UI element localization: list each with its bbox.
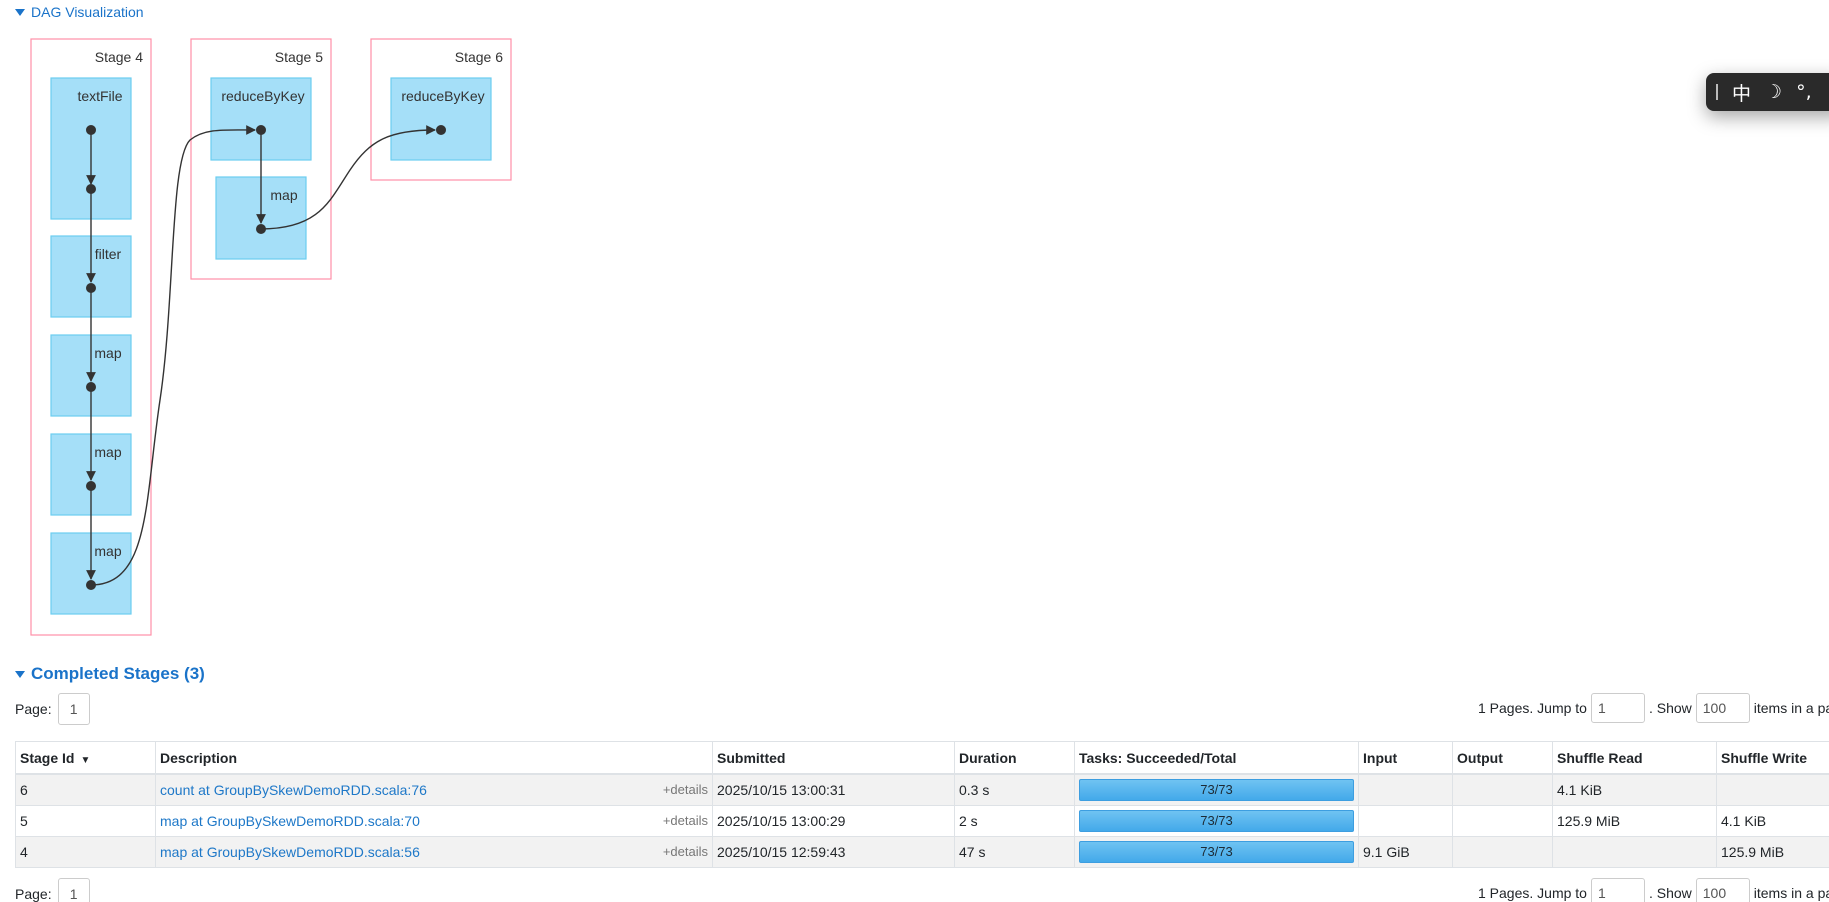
jump-to-page-input[interactable] — [1590, 693, 1645, 723]
col-shuffle-read[interactable]: Shuffle Read — [1552, 741, 1717, 775]
rdd-node[interactable] — [256, 125, 266, 135]
output-cell — [1452, 773, 1553, 806]
completed-stages-table: Stage Id ▼ Description Submitted Duration… — [15, 741, 1829, 868]
chinese-mode-icon[interactable]: 中 — [1732, 79, 1751, 106]
page-label: Page: — [15, 701, 52, 717]
output-cell — [1452, 836, 1553, 868]
input-cell: 9.1 GiB — [1358, 836, 1453, 868]
tasks-progress-bar: 73/73 — [1079, 810, 1354, 832]
input-cell — [1358, 805, 1453, 837]
collapse-arrow-icon — [15, 670, 25, 678]
col-output[interactable]: Output — [1452, 741, 1553, 775]
show-text: . Show — [1648, 700, 1692, 716]
op-map-5-label: map — [270, 187, 297, 203]
stage-description-link[interactable]: map at GroupBySkewDemoRDD.scala:56 — [160, 844, 420, 860]
page-size-input[interactable] — [1695, 693, 1750, 723]
pager-top-left: Page: 1 — [15, 693, 90, 725]
col-stage-id[interactable]: Stage Id ▼ — [15, 741, 156, 775]
details-toggle[interactable]: +details — [663, 813, 708, 828]
tasks-cell: 73/73 — [1074, 805, 1359, 837]
jump-to-page-input[interactable] — [1590, 878, 1645, 902]
duration-cell: 2 s — [954, 805, 1075, 837]
duration-cell: 0.3 s — [954, 773, 1075, 806]
tasks-cell: 73/73 — [1074, 773, 1359, 806]
table-row: 6 count at GroupBySkewDemoRDD.scala:76 +d… — [15, 773, 1829, 806]
tasks-progress-bar: 73/73 — [1079, 779, 1354, 801]
page-label: Page: — [15, 886, 52, 902]
pages-text: 1 Pages. Jump to — [1478, 700, 1587, 716]
pager-bottom-right: 1 Pages. Jump to . Show items in a page.… — [1478, 878, 1829, 902]
submitted-cell: 2025/10/15 13:00:31 — [712, 773, 955, 806]
punctuation-icon[interactable]: °, — [1796, 81, 1812, 103]
shuffle-read-cell — [1552, 836, 1717, 868]
details-toggle[interactable]: +details — [663, 844, 708, 859]
col-submitted[interactable]: Submitted — [712, 741, 955, 775]
col-description[interactable]: Description — [155, 741, 713, 775]
completed-stages-title: Completed Stages (3) — [31, 664, 205, 683]
description-cell: map at GroupBySkewDemoRDD.scala:70 +detai… — [155, 805, 713, 837]
moon-icon[interactable]: ☽ — [1765, 81, 1782, 103]
details-toggle[interactable]: +details — [663, 782, 708, 797]
op-reducebykey-6-label: reduceByKey — [401, 88, 484, 104]
op-map-1-label: map — [94, 345, 121, 361]
completed-stages-toggle[interactable]: Completed Stages (3) — [15, 664, 205, 684]
pages-text: 1 Pages. Jump to — [1478, 885, 1587, 901]
page-number-button[interactable]: 1 — [57, 693, 90, 725]
table-row: 5 map at GroupBySkewDemoRDD.scala:70 +det… — [15, 805, 1829, 837]
shuffle-write-cell: 4.1 KiB — [1716, 805, 1829, 837]
description-cell: count at GroupBySkewDemoRDD.scala:76 +det… — [155, 773, 713, 806]
shuffle-read-cell: 4.1 KiB — [1552, 773, 1717, 806]
pager-bottom-left: Page: 1 — [15, 878, 90, 902]
rdd-node[interactable] — [86, 382, 96, 392]
duration-cell: 47 s — [954, 836, 1075, 868]
stage-id-cell: 5 — [15, 805, 156, 837]
stage-5-label: Stage 5 — [275, 49, 323, 65]
stage-6-label: Stage 6 — [455, 49, 503, 65]
op-reducebykey-5-label: reduceByKey — [221, 88, 304, 104]
ime-toolbar[interactable]: 中 ☽ °, — [1706, 73, 1829, 111]
col-duration[interactable]: Duration — [954, 741, 1075, 775]
stage-id-cell: 4 — [15, 836, 156, 868]
op-textfile-label: textFile — [77, 88, 122, 104]
rdd-node[interactable] — [86, 283, 96, 293]
page-size-input[interactable] — [1695, 878, 1750, 902]
show-text: . Show — [1648, 885, 1692, 901]
pager-top-right: 1 Pages. Jump to . Show items in a page.… — [1478, 693, 1829, 723]
items-text: items in a page. Go — [1753, 700, 1829, 716]
op-filter-label: filter — [95, 246, 122, 262]
table-header-row: Stage Id ▼ Description Submitted Duration… — [15, 741, 1829, 775]
description-cell: map at GroupBySkewDemoRDD.scala:56 +detai… — [155, 836, 713, 868]
tasks-progress-bar: 73/73 — [1079, 841, 1354, 863]
stage-description-link[interactable]: count at GroupBySkewDemoRDD.scala:76 — [160, 782, 427, 798]
op-map-2-label: map — [94, 444, 121, 460]
stage-id-cell: 6 — [15, 773, 156, 806]
col-shuffle-write[interactable]: Shuffle Write — [1716, 741, 1829, 775]
col-tasks[interactable]: Tasks: Succeeded/Total — [1074, 741, 1359, 775]
output-cell — [1452, 805, 1553, 837]
sort-desc-icon: ▼ — [80, 754, 91, 766]
items-text: items in a page. Go — [1753, 885, 1829, 901]
submitted-cell: 2025/10/15 13:00:29 — [712, 805, 955, 837]
shuffle-read-cell: 125.9 MiB — [1552, 805, 1717, 837]
dag-graph: Stage 4 textFile filter map map map Stag… — [30, 38, 512, 636]
table-row: 4 map at GroupBySkewDemoRDD.scala:56 +det… — [15, 836, 1829, 868]
shuffle-write-cell — [1716, 773, 1829, 806]
op-map-3-label: map — [94, 543, 121, 559]
drag-handle-icon[interactable] — [1716, 84, 1718, 100]
input-cell — [1358, 773, 1453, 806]
tasks-cell: 73/73 — [1074, 836, 1359, 868]
page-number-button[interactable]: 1 — [57, 878, 90, 902]
rdd-node[interactable] — [86, 125, 96, 135]
spark-stages-page: DAG Visualization Stage 4 textFile filte… — [0, 0, 1829, 902]
stage-description-link[interactable]: map at GroupBySkewDemoRDD.scala:70 — [160, 813, 420, 829]
rdd-node[interactable] — [86, 481, 96, 491]
stage-4-label: Stage 4 — [95, 49, 143, 65]
shuffle-write-cell: 125.9 MiB — [1716, 836, 1829, 868]
rdd-node[interactable] — [86, 184, 96, 194]
submitted-cell: 2025/10/15 12:59:43 — [712, 836, 955, 868]
rdd-node[interactable] — [436, 125, 446, 135]
col-input[interactable]: Input — [1358, 741, 1453, 775]
